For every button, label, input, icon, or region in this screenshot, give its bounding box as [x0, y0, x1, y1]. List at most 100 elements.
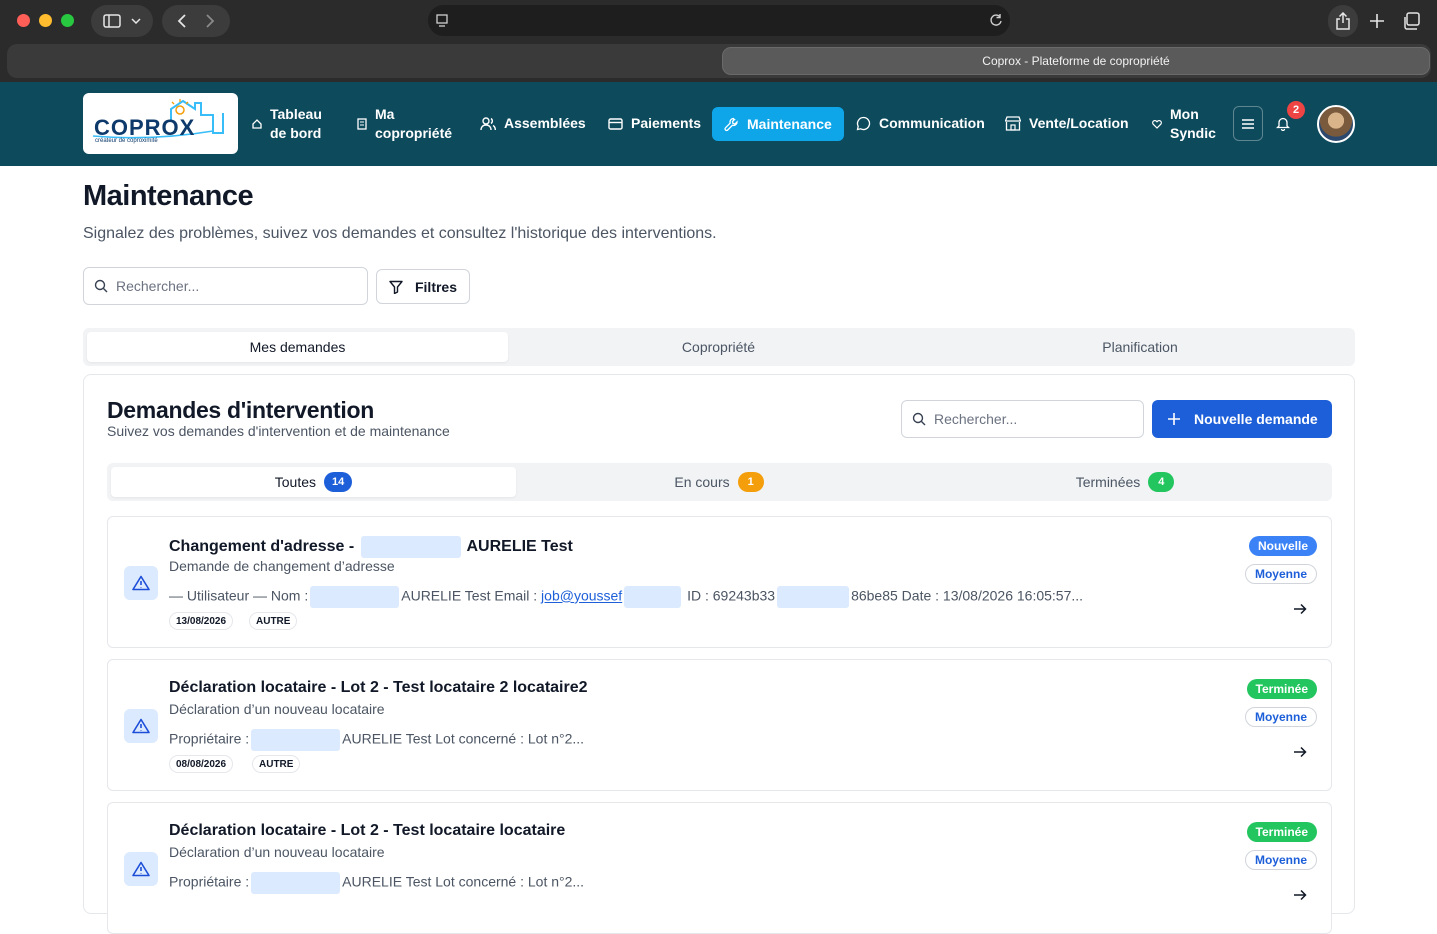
new-tab-button[interactable] [1362, 5, 1392, 37]
page-subtitle: Signalez des problèmes, suivez vos deman… [83, 225, 717, 242]
arrow-right-icon[interactable] [1293, 889, 1307, 901]
request-email-link[interactable]: job@youssef [541, 588, 622, 604]
redacted-field [624, 586, 682, 608]
users-icon [480, 116, 496, 130]
nav-sale-rental[interactable]: Vente/Location [1005, 114, 1129, 133]
requests-search-placeholder: Rechercher... [934, 411, 1018, 427]
arrow-right-icon[interactable] [1293, 603, 1307, 615]
bell-icon[interactable] [1276, 116, 1290, 131]
tab-in-progress[interactable]: En cours 1 [516, 467, 922, 497]
redacted-field [310, 586, 400, 608]
count-badge-all: 14 [324, 472, 353, 492]
tab-copropriete-label: Copropriété [681, 339, 756, 355]
reload-icon[interactable] [989, 13, 1003, 27]
tab-in-progress-label: En cours [674, 474, 730, 490]
search-icon [912, 412, 926, 426]
request-type-badge [124, 566, 158, 600]
tab-completed[interactable]: Terminées 4 [922, 467, 1328, 497]
request-item[interactable]: Changement d'adresse - AURELIE Test Dema… [107, 516, 1332, 648]
request-filter-tabs: Toutes 14 En cours 1 Terminées 4 [107, 463, 1332, 501]
credit-card-icon [608, 117, 623, 130]
arrow-right-icon[interactable] [1293, 746, 1307, 758]
share-button[interactable] [1328, 5, 1358, 37]
nav-my-syndic-label-2: Syndic [1170, 125, 1216, 141]
new-request-button[interactable]: Nouvelle demande [1152, 400, 1332, 438]
nav-my-property-label-2: copropriété [375, 125, 453, 141]
tab-planification[interactable]: Planification [929, 332, 1351, 362]
nav-maintenance[interactable]: Maintenance [712, 107, 844, 141]
coprox-logo[interactable]: COPROX créateur de coproximité [83, 93, 238, 154]
request-title-prefix: Changement d'adresse - [169, 538, 355, 556]
top-navigation: COPROX créateur de coproximité Tableau de… [0, 82, 1437, 166]
status-badge: Terminée [1246, 679, 1317, 699]
request-detail-text: Propriétaire : [169, 873, 250, 890]
request-category-chip: AUTRE [249, 612, 298, 630]
tab-all[interactable]: Toutes 14 [111, 467, 516, 497]
tabs-icon [1404, 12, 1420, 30]
priority-badge: Moyenne [1244, 850, 1317, 870]
page-icon [436, 14, 448, 27]
request-item[interactable]: Déclaration locataire - Lot 2 - Test loc… [107, 659, 1332, 791]
forward-icon[interactable] [196, 13, 226, 29]
nav-my-property[interactable]: Ma copropriété [357, 105, 452, 143]
address-bar[interactable] [428, 5, 1010, 36]
nav-assemblies[interactable]: Assemblées [480, 114, 586, 133]
nav-sale-rental-label: Vente/Location [1029, 115, 1129, 131]
tab-overview-button[interactable] [1396, 5, 1426, 37]
plus-icon [1168, 413, 1180, 425]
status-badge: Nouvelle [1248, 536, 1317, 556]
nav-communication[interactable]: Communication [856, 114, 985, 133]
filters-label: Filtres [414, 278, 457, 295]
chevron-down-icon [131, 18, 141, 24]
close-window-button[interactable] [17, 14, 30, 27]
requests-panel-title: Demandes d'intervention [107, 397, 374, 423]
minimize-window-button[interactable] [39, 14, 52, 27]
history-nav [162, 5, 230, 37]
priority-badge: Moyenne [1244, 707, 1317, 727]
nav-payments[interactable]: Paiements [608, 114, 701, 133]
nav-my-syndic[interactable]: Mon Syndic [1152, 105, 1216, 143]
tab-copropriete[interactable]: Copropriété [508, 332, 929, 362]
back-icon[interactable] [166, 13, 196, 29]
tab-planification-label: Planification [1102, 339, 1178, 355]
user-avatar[interactable] [1317, 105, 1355, 143]
filters-button[interactable]: Filtres [376, 269, 470, 304]
priority-badge: Moyenne [1244, 564, 1317, 584]
warning-icon [132, 718, 150, 734]
request-description: Déclaration d’un nouveau locataire [169, 844, 385, 860]
request-detail-text: — Utilisateur — Nom : [169, 587, 309, 604]
browser-tab-active[interactable]: Coprox - Plateforme de copropriété [722, 47, 1430, 75]
request-details: — Utilisateur — Nom : AURELIE Test Email … [169, 586, 1083, 608]
tab-my-requests[interactable]: Mes demandes [87, 332, 508, 362]
request-description: Demande de changement d’adresse [169, 558, 395, 574]
maximize-window-button[interactable] [61, 14, 74, 27]
logo-tagline: créateur de coproximité [95, 138, 158, 144]
nav-dashboard[interactable]: Tableau de bord [252, 105, 322, 143]
nav-dashboard-label-1: Tableau [270, 106, 322, 122]
page-search-input[interactable]: Rechercher... [83, 267, 368, 305]
request-detail-text: AURELIE Test Lot concerné : Lot n°2... [342, 873, 585, 890]
sidebar-icon [103, 14, 121, 28]
sidebar-toggle-button[interactable] [91, 5, 153, 37]
request-details: Propriétaire : AURELIE Test Lot concerné … [169, 729, 584, 751]
wrench-icon [724, 117, 738, 131]
page-search-placeholder: Rechercher... [116, 278, 200, 294]
count-badge-in-progress: 1 [737, 472, 764, 492]
home-icon [252, 119, 262, 129]
building-icon [357, 118, 367, 130]
requests-search-input[interactable]: Rechercher... [901, 400, 1144, 438]
hamburger-icon [1242, 118, 1254, 129]
request-date-chip: 13/08/2026 [169, 612, 234, 630]
chat-icon [856, 116, 871, 131]
request-detail-text: ID : 69243b33 [687, 587, 776, 604]
request-category-chip: AUTRE [252, 755, 301, 773]
request-type-badge [124, 709, 158, 743]
store-icon [1005, 116, 1021, 131]
request-detail-text: 86be85 Date : 13/08/2026 16:05:57... [851, 587, 1084, 604]
request-type-badge [124, 852, 158, 886]
nav-my-property-label-1: Ma [375, 106, 395, 122]
request-item[interactable]: Déclaration locataire - Lot 2 - Test loc… [107, 802, 1332, 934]
menu-button[interactable] [1233, 106, 1263, 141]
nav-dashboard-label-2: de bord [270, 125, 322, 141]
tab-all-label: Toutes [274, 474, 316, 490]
